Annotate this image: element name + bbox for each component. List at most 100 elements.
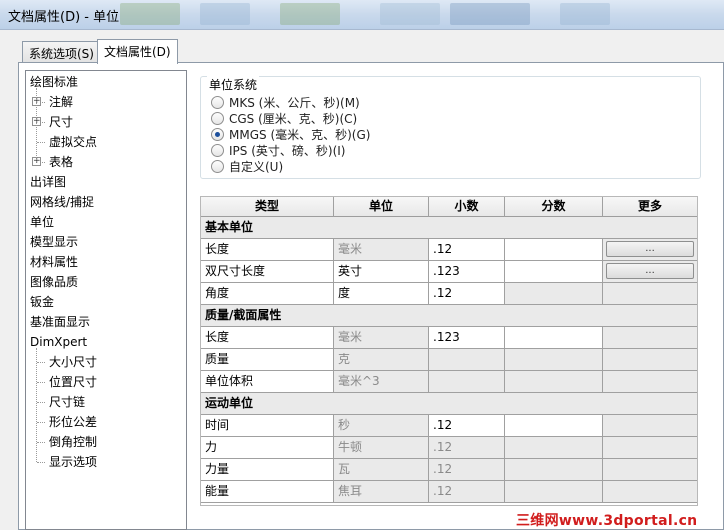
tree-connector (37, 422, 45, 423)
tree-item[interactable]: 表格 (49, 152, 73, 172)
decimals-select[interactable]: .123 (429, 327, 505, 349)
tree-item[interactable]: 尺寸 (49, 112, 73, 132)
unit-select[interactable]: 毫米 (334, 327, 429, 349)
tab-document-properties[interactable]: 文档属性(D) (97, 39, 178, 64)
fraction-field[interactable] (505, 459, 603, 481)
fraction-field[interactable] (505, 437, 603, 459)
tab-system-options[interactable]: 系统选项(S) (22, 41, 101, 63)
column-header: 分数 (505, 197, 603, 217)
tree-item[interactable]: 大小尺寸 (49, 352, 97, 372)
background-toolbar-ghost (560, 3, 610, 25)
column-header: 小数 (429, 197, 505, 217)
more-cell (603, 437, 697, 459)
fraction-field[interactable] (505, 481, 603, 503)
tree-item[interactable]: 形位公差 (49, 412, 97, 432)
unit-system-radio[interactable]: MKS (米、公斤、秒)(M) (211, 94, 360, 110)
unit-select[interactable]: 毫米^3 (334, 371, 429, 393)
tree-connector (37, 462, 45, 463)
unit-select[interactable]: 毫米 (334, 239, 429, 261)
radio-button-icon[interactable] (211, 159, 224, 173)
table-section-header: 运动单位 (201, 393, 697, 415)
unit-select[interactable]: 牛顿 (334, 437, 429, 459)
more-cell (603, 459, 697, 481)
radio-button-icon[interactable] (211, 111, 224, 125)
unit-system-radio[interactable]: MMGS (毫米、克、秒)(G) (211, 126, 370, 142)
decimals-select[interactable] (429, 371, 505, 393)
decimals-select[interactable]: .12 (429, 415, 505, 437)
tree-connector (36, 88, 37, 162)
fraction-field[interactable] (505, 283, 603, 305)
tree-item[interactable]: 网格线/捕捉 (30, 192, 94, 212)
document-properties-panel: 绘图标准 注解 + 尺寸 + 虚拟交点 表格 + 出详图 网格线/捕捉 单位 模型显示 材料属性 图像品质… (18, 62, 724, 530)
tree-item[interactable]: 单位 (30, 212, 55, 232)
decimals-select[interactable]: .123 (429, 261, 505, 283)
unit-select[interactable]: 焦耳 (334, 481, 429, 503)
tree-item[interactable]: 注解 (49, 92, 73, 112)
decimals-select[interactable]: .12 (429, 481, 505, 503)
tree-item[interactable]: 材料属性 (30, 252, 78, 272)
more-cell (603, 371, 697, 393)
units-table-header: 类型 单位 小数 分数 更多 (201, 197, 697, 217)
fraction-field[interactable] (505, 415, 603, 437)
unit-system-label: IPS (英寸、磅、秒)(I) (229, 143, 346, 158)
unit-select[interactable]: 克 (334, 349, 429, 371)
tree-connector (37, 362, 45, 363)
fraction-field[interactable] (505, 371, 603, 393)
more-cell (603, 283, 697, 305)
tree-item[interactable]: 绘图标准 (30, 72, 78, 92)
unit-select[interactable]: 英寸 (334, 261, 429, 283)
tree-connector (37, 402, 45, 403)
tree-item[interactable]: 尺寸链 (49, 392, 85, 412)
tree-connector (37, 142, 45, 143)
decimals-select[interactable]: .12 (429, 437, 505, 459)
column-header: 类型 (201, 197, 334, 217)
unit-system-radio[interactable]: CGS (厘米、克、秒)(C) (211, 110, 357, 126)
radio-button-icon[interactable] (211, 95, 224, 109)
tree-item[interactable]: 虚拟交点 (49, 132, 97, 152)
tree-item[interactable]: DimXpert (30, 332, 87, 352)
decimals-select[interactable]: .12 (429, 239, 505, 261)
tree-item[interactable]: 钣金 (30, 292, 54, 312)
row-type: 双尺寸长度 (201, 261, 334, 283)
tree-item[interactable]: 模型显示 (30, 232, 78, 252)
row-type: 单位体积 (201, 371, 334, 393)
decimals-select[interactable]: .12 (429, 283, 505, 305)
tree-item[interactable]: 出详图 (30, 172, 66, 192)
unit-system-label: CGS (厘米、克、秒)(C) (229, 111, 358, 126)
window-title: 文档属性(D) - 单位 (8, 10, 120, 25)
unit-system-radio[interactable]: 自定义(U) (211, 158, 283, 174)
tree-connector (37, 442, 45, 443)
fraction-field[interactable] (505, 327, 603, 349)
unit-system-group: 单位系统 MKS (米、公斤、秒)(M) CGS (厘米、克、秒)(C) MMGS … (200, 76, 701, 179)
row-type: 力量 (201, 459, 334, 481)
unit-system-label: 自定义(U) (229, 159, 284, 174)
tree-item[interactable]: 位置尺寸 (49, 372, 97, 392)
fraction-field[interactable] (505, 239, 603, 261)
row-type: 时间 (201, 415, 334, 437)
tree-item[interactable]: 图像品质 (30, 272, 78, 292)
decimals-select[interactable] (429, 349, 505, 371)
unit-select[interactable]: 秒 (334, 415, 429, 437)
unit-select[interactable]: 度 (334, 283, 429, 305)
background-toolbar-ghost (200, 3, 250, 25)
radio-button-icon[interactable] (211, 127, 224, 141)
fraction-field[interactable] (505, 261, 603, 283)
unit-system-radio[interactable]: IPS (英寸、磅、秒)(I) (211, 142, 345, 158)
background-toolbar-ghost (280, 3, 340, 25)
tree-item[interactable]: 倒角控制 (49, 432, 97, 452)
row-type: 质量 (201, 349, 334, 371)
decimals-select[interactable]: .12 (429, 459, 505, 481)
row-type: 角度 (201, 283, 334, 305)
more-options-button[interactable]: ... (606, 263, 694, 279)
tree-item[interactable]: 显示选项 (49, 452, 97, 472)
more-options-button[interactable]: ... (606, 241, 694, 257)
fraction-field[interactable] (505, 349, 603, 371)
more-cell (603, 481, 697, 503)
tree-item[interactable]: 基准面显示 (30, 312, 90, 332)
background-toolbar-ghost (120, 3, 180, 25)
more-cell (603, 327, 697, 349)
unit-select[interactable]: 瓦 (334, 459, 429, 481)
options-tree: 绘图标准 注解 + 尺寸 + 虚拟交点 表格 + 出详图 网格线/捕捉 单位 模型显示 材料属性 图像品质… (25, 70, 187, 530)
title-bar: 文档属性(D) - 单位 (0, 0, 724, 30)
radio-button-icon[interactable] (211, 143, 224, 157)
